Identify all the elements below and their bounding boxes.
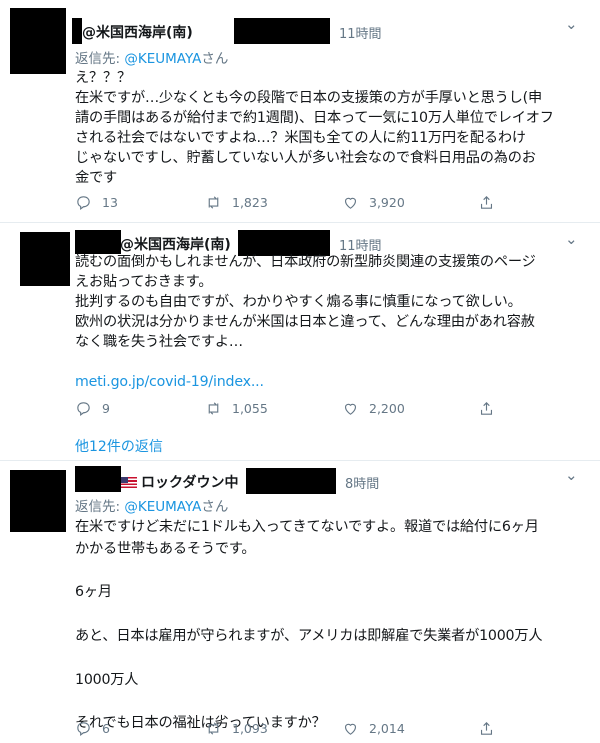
reply-button[interactable]: 13 xyxy=(75,194,118,211)
chevron-down-icon[interactable]: ⌄ xyxy=(565,232,578,247)
like-button[interactable]: 3,920 xyxy=(342,194,405,211)
reply-button[interactable]: 9 xyxy=(75,400,110,417)
action-bar: 13 1,823 3,920 xyxy=(75,194,505,214)
tweet-line: 欧州の状況は分かりませんが米国は日本と違って、どんな理由があれ容赦 xyxy=(75,314,535,330)
like-icon xyxy=(344,197,357,209)
reply-count: 6 xyxy=(102,721,110,736)
share-icon xyxy=(480,402,493,415)
tweet-line: え？？？ xyxy=(75,70,131,86)
tweet-line: あと、日本は雇用が守られますが、アメリカは即解雇で失業者が1000万人 xyxy=(75,627,543,644)
tweet-line: えお貼っておきます。 xyxy=(75,274,213,290)
reply-icon xyxy=(77,722,90,737)
chevron-down-icon[interactable]: ⌄ xyxy=(565,468,578,483)
redacted-name xyxy=(75,230,121,254)
tweet-line: 請の手間はあるが給付まで約1週間)、日本って一気に10万人単位でレイオフ xyxy=(75,110,554,126)
tweet-line: 読むの面倒かもしれませんが、日本政府の新型肺炎関連の支援策のページ xyxy=(75,254,536,270)
avatar[interactable] xyxy=(20,232,70,286)
tweet-line: 在米ですけど未だに1ドルも入ってきてないですよ。報道では給付に6ヶ月 xyxy=(75,519,539,535)
retweet-icon xyxy=(208,402,219,415)
chevron-down-icon[interactable]: ⌄ xyxy=(565,17,578,32)
reply-icon xyxy=(77,402,90,417)
reply-to: 返信先: @KEUMAYAさん xyxy=(75,499,229,515)
tweet-text: 読むの面倒かもしれませんが、日本政府の新型肺炎関連の支援策のページ えお貼ってお… xyxy=(75,252,536,392)
tweet-line: 1000万人 xyxy=(75,671,139,688)
us-flag-icon xyxy=(121,477,137,488)
redacted-name xyxy=(72,18,82,44)
like-count: 2,014 xyxy=(369,721,405,736)
like-icon xyxy=(344,403,357,415)
tweet-line: じゃないですし、貯蓄していない人が多い社会なので食料日用品の為のお xyxy=(75,150,536,166)
tweet-line: される社会ではないですよね…？米国も全ての人に約11万円を配るわけ xyxy=(75,130,526,146)
mention-link[interactable]: @KEUMAYA xyxy=(124,499,201,515)
avatar[interactable] xyxy=(10,8,66,74)
display-name[interactable]: @米国西海岸(南) xyxy=(82,22,193,42)
external-link[interactable]: meti.go.jp/covid-19/index... xyxy=(75,372,536,392)
action-bar: 6 1,093 2,014 xyxy=(75,720,505,740)
redacted-name xyxy=(75,466,121,492)
share-button[interactable] xyxy=(478,194,505,211)
retweet-button[interactable]: 1,823 xyxy=(205,194,268,211)
reply-to: 返信先: @KEUMAYAさん xyxy=(75,51,229,67)
share-icon xyxy=(480,196,493,209)
like-count: 2,200 xyxy=(369,401,405,416)
reply-icon xyxy=(77,196,90,211)
retweet-count: 1,093 xyxy=(232,721,268,736)
like-icon xyxy=(344,723,357,735)
reply-button[interactable]: 6 xyxy=(75,720,110,737)
reply-count: 9 xyxy=(102,401,110,416)
retweet-icon xyxy=(208,196,219,209)
tweet-line: 批判するのも自由ですが、わかりやすく煽る事に慎重になって欲しい。 xyxy=(75,294,522,310)
tweet[interactable]: ロックダウン中 8時間 ⌄ 返信先: @KEUMAYAさん 在米ですけど未だに1… xyxy=(0,460,600,743)
retweet-count: 1,823 xyxy=(232,195,268,210)
redacted-handle xyxy=(234,18,330,44)
reply-count: 13 xyxy=(102,195,118,210)
more-replies-link[interactable]: 他12件の返信 xyxy=(75,436,163,456)
tweet-line: 在米ですが…少なくとも今の段階で日本の支援策の方が手厚いと思うし(申 xyxy=(75,90,542,106)
display-name[interactable]: ロックダウン中 xyxy=(121,472,238,492)
redacted-handle xyxy=(246,468,336,494)
avatar[interactable] xyxy=(10,470,66,532)
mention-link[interactable]: @KEUMAYA xyxy=(124,51,201,67)
tweet[interactable]: @米国西海岸(南) 11時間 ⌄ 返信先: @KEUMAYAさん え？？？ 在米… xyxy=(0,0,600,222)
tweet-line: かかる世帯もあるそうです。 xyxy=(75,540,256,557)
tweet-line: なく職を失う社会ですよ… xyxy=(75,334,243,350)
share-icon xyxy=(480,722,493,735)
retweet-button[interactable]: 1,055 xyxy=(205,400,268,417)
tweet-line: 金です xyxy=(75,170,117,186)
timestamp[interactable]: 11時間 xyxy=(339,23,382,42)
like-count: 3,920 xyxy=(369,195,405,210)
timestamp[interactable]: 8時間 xyxy=(345,473,379,492)
display-name[interactable]: @米国西海岸(南) xyxy=(120,234,231,254)
like-button[interactable]: 2,014 xyxy=(342,720,405,737)
share-button[interactable] xyxy=(478,400,505,417)
tweet[interactable]: @米国西海岸(南) 11時間 ⌄ 読むの面倒かもしれませんが、日本政府の新型肺炎… xyxy=(0,222,600,460)
retweet-count: 1,055 xyxy=(232,401,268,416)
retweet-icon xyxy=(208,722,219,735)
tweet-text: え？？？ 在米ですが…少なくとも今の段階で日本の支援策の方が手厚いと思うし(申 … xyxy=(75,68,554,188)
action-bar: 9 1,055 2,200 xyxy=(75,400,505,420)
tweet-text: 在米ですけど未だに1ドルも入ってきてないですよ。報道では給付に6ヶ月 かかる世帯… xyxy=(75,517,543,735)
like-button[interactable]: 2,200 xyxy=(342,400,405,417)
share-button[interactable] xyxy=(478,720,505,737)
retweet-button[interactable]: 1,093 xyxy=(205,720,268,737)
tweet-line: 6ヶ月 xyxy=(75,584,112,601)
